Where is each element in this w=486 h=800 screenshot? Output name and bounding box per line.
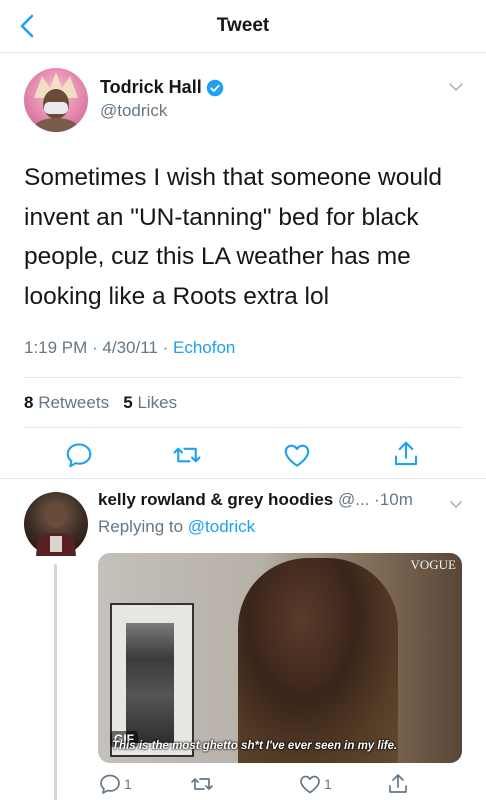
- reply-like-count: 1: [324, 776, 332, 792]
- vogue-watermark: VOGUE: [410, 557, 457, 572]
- retweet-icon: [191, 778, 213, 790]
- likes-label: Likes: [137, 393, 178, 412]
- tweet-timestamp: 1:19 PM · 4/30/11 ·: [24, 338, 173, 357]
- page-title: Tweet: [216, 15, 270, 36]
- reply-author-name[interactable]: kelly rowland & grey hoodies: [98, 490, 333, 509]
- gif-media[interactable]: VOGUE GIF This is the most ghetto sh*t I…: [98, 553, 462, 763]
- retweets-count: 8: [24, 393, 34, 412]
- author-avatar[interactable]: [24, 68, 88, 132]
- reply-icon: [100, 774, 120, 794]
- share-icon: [389, 774, 407, 793]
- portrait-figure: [126, 623, 174, 743]
- chevron-down-icon[interactable]: [448, 80, 464, 92]
- reply-retweet-button[interactable]: [190, 771, 214, 797]
- retweet-icon[interactable]: [172, 440, 202, 470]
- retweets-label: Retweets: [38, 393, 110, 412]
- reply-author-handle[interactable]: @...: [338, 490, 369, 509]
- divider: [24, 377, 462, 378]
- replying-to-handle[interactable]: @todrick: [188, 517, 255, 536]
- gif-caption: This is the most ghetto sh*t I've ever s…: [112, 740, 398, 752]
- reply-header: kelly rowland & grey hoodies @... ·10m: [98, 490, 413, 510]
- reply-timestamp: ·10m: [374, 490, 413, 509]
- divider: [24, 427, 462, 428]
- replying-to: Replying to @todrick: [98, 517, 255, 537]
- verified-badge-icon: [206, 79, 224, 97]
- retweets-stat[interactable]: 8 Retweets: [24, 393, 109, 412]
- tweet-metadata: 1:19 PM · 4/30/11 · Echofon: [24, 338, 235, 358]
- reply-reply-count: 1: [124, 776, 132, 792]
- like-icon[interactable]: [282, 440, 312, 470]
- nav-bar: Tweet: [0, 0, 486, 53]
- reply-icon[interactable]: [64, 440, 94, 470]
- share-icon[interactable]: [391, 439, 421, 469]
- likes-stat[interactable]: 5 Likes: [123, 393, 177, 412]
- thread-line: [54, 564, 57, 800]
- reply-like-button[interactable]: 1: [298, 771, 332, 797]
- chevron-down-icon[interactable]: [449, 497, 463, 508]
- author-name[interactable]: Todrick Hall: [100, 77, 202, 98]
- woman-figure: [238, 558, 398, 763]
- divider: [0, 478, 486, 479]
- tweet-text: Sometimes I wish that someone would inve…: [24, 164, 443, 310]
- like-icon: [300, 775, 320, 794]
- likes-count: 5: [123, 393, 133, 412]
- replying-label: Replying to: [98, 517, 188, 536]
- reply-author-avatar[interactable]: [24, 492, 88, 556]
- author-handle[interactable]: @todrick: [100, 101, 167, 121]
- tweet-source-link[interactable]: Echofon: [173, 338, 235, 357]
- engagement-stats: 8 Retweets 5 Likes: [24, 393, 177, 413]
- reply-share-button[interactable]: [386, 771, 410, 797]
- reply-reply-button[interactable]: 1: [98, 771, 132, 797]
